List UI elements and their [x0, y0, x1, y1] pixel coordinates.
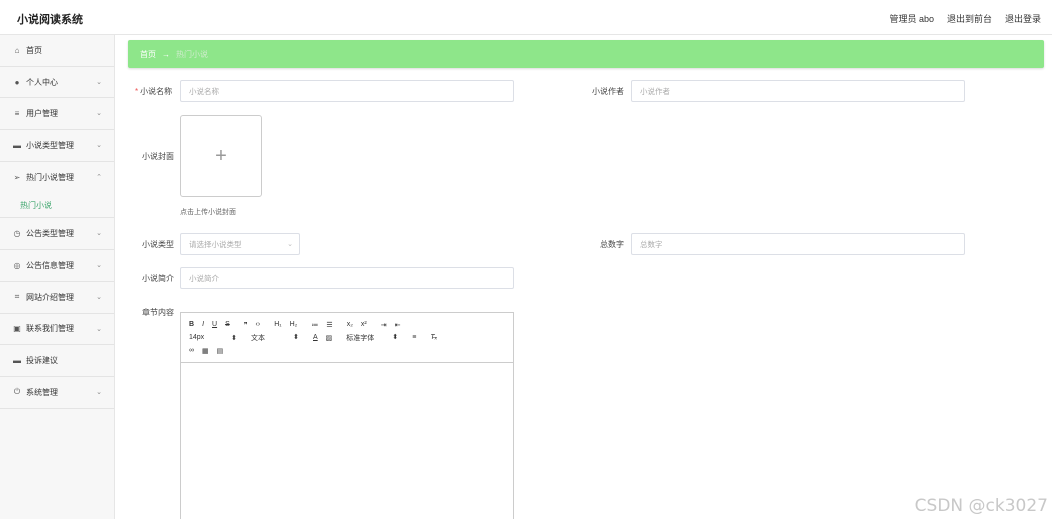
chevron-down-icon: ⌄ [96, 78, 102, 86]
app-title: 小说阅读系统 [17, 14, 83, 26]
indent-icon[interactable]: ⇥ [381, 321, 387, 329]
ordered-list-icon[interactable]: ≔ [311, 321, 318, 329]
sidebar-item-label: 个人中心 [26, 77, 58, 87]
author-label: 小说作者 [592, 87, 624, 96]
sidebar-item-notices[interactable]: ◎ 公告信息管理 ⌄ [0, 250, 114, 282]
top-bar: 小说阅读系统 管理员 abo 退出到前台 退出登录 [0, 0, 1052, 35]
outdent-icon[interactable]: ⇤ [395, 321, 401, 329]
intro-input[interactable]: 小说简介 [180, 267, 514, 289]
top-right-links: 管理员 abo 退出到前台 退出登录 [889, 12, 1041, 25]
sidebar-item-feedback[interactable]: ▬ 投诉建议 [0, 345, 114, 377]
power-icon: ⏻ [13, 387, 21, 397]
monitor-icon: ▬ [13, 356, 21, 366]
align-icon[interactable]: ≡ [412, 334, 416, 341]
plus-icon: + [215, 144, 227, 167]
rich-text-editor[interactable]: B I U S ❞ ‹› H₁ H₂ ≔ ☰ x₂ x² ⇥ ⇤ 14px ⬍ 文… [180, 312, 514, 519]
chevron-down-icon: ⌄ [96, 230, 102, 238]
required-mark: * [135, 87, 139, 96]
breadcrumb-separator: → [162, 49, 170, 59]
sidebar-item-label: 首页 [26, 45, 42, 55]
crop-icon: ⌗ [14, 292, 20, 302]
monitor-icon: ▬ [13, 140, 21, 150]
chevron-up-icon: ⌃ [96, 173, 102, 181]
breadcrumb-current: 热门小说 [176, 49, 208, 59]
sidebar-subitem-hot-novel[interactable]: 热门小说 [0, 193, 114, 219]
sidebar-item-label: 联系我们管理 [26, 324, 74, 334]
home-icon: ⌂ [14, 45, 20, 55]
content-label: 章节内容 [142, 308, 174, 317]
cover-upload-tip: 点击上传小说封面 [180, 209, 236, 216]
sidebar-item-system[interactable]: ⏻ 系统管理 ⌄ [0, 377, 114, 409]
chevron-down-icon: ⌄ [96, 110, 102, 118]
sidebar-item-label: 公告信息管理 [26, 260, 74, 270]
sidebar-item-label: 系统管理 [26, 387, 58, 397]
cover-upload-button[interactable]: + [180, 115, 262, 197]
dashboard-icon: ◎ [13, 260, 21, 270]
editor-toolbar: B I U S ❞ ‹› H₁ H₂ ≔ ☰ x₂ x² ⇥ ⇤ 14px ⬍ 文… [181, 313, 513, 363]
list-icon: ≡ [14, 109, 20, 119]
font-size-select[interactable]: 14px ⬍ [189, 334, 237, 342]
main-content: 首页 → 热门小说 * 小说名称 小说名称 小说作者 小说作者 小说封面 + 点击… [115, 35, 1052, 519]
cover-label: 小说封面 [142, 152, 174, 161]
quote-icon[interactable]: ❞ [244, 321, 248, 329]
sidebar-item-label: 网站介绍管理 [26, 292, 74, 302]
intro-label: 小说简介 [142, 274, 174, 283]
italic-icon[interactable]: I [202, 321, 204, 328]
sidebar-item-profile[interactable]: ● 个人中心 ⌄ [0, 67, 114, 99]
strikethrough-icon[interactable]: S [225, 321, 230, 328]
chevron-down-icon: ⌄ [96, 293, 102, 301]
clock-icon: ◷ [13, 229, 21, 239]
type-select[interactable]: 请选择小说类型 ⌄ [180, 233, 300, 255]
bullet-list-icon[interactable]: ☰ [326, 321, 332, 329]
words-label: 总数字 [600, 240, 624, 249]
subscript-icon[interactable]: x₂ [347, 321, 353, 328]
font-family-select[interactable]: 标准字体 ⬍ [346, 333, 398, 343]
sidebar-item-label: 热门小说管理 [26, 173, 74, 183]
chevron-down-icon: ⌄ [96, 325, 102, 333]
heading1-icon[interactable]: H₁ [274, 321, 281, 328]
code-icon[interactable]: ‹› [256, 321, 261, 328]
sidebar-item-label: 投诉建议 [26, 356, 58, 366]
frontend-link[interactable]: 退出到前台 [947, 12, 992, 25]
sidebar-item-site-intro[interactable]: ⌗ 网站介绍管理 ⌄ [0, 282, 114, 314]
clear-format-icon[interactable]: T̶ₓ [430, 334, 437, 341]
chevron-down-icon: ⌄ [96, 262, 102, 270]
send-icon: ➢ [13, 173, 21, 183]
admin-label: 管理员 abo [889, 14, 934, 24]
sidebar-item-label: 用户管理 [26, 109, 58, 119]
sidebar-item-notice-types[interactable]: ◷ 公告类型管理 ⌄ [0, 218, 114, 251]
font-color-icon[interactable]: A [313, 334, 318, 341]
sidebar-item-novel-types[interactable]: ▬ 小说类型管理 ⌄ [0, 130, 114, 162]
name-input[interactable]: 小说名称 [180, 80, 514, 102]
name-label: * 小说名称 [135, 87, 173, 96]
background-color-icon[interactable]: ▨ [326, 334, 333, 342]
image-icon[interactable]: ▦ [202, 347, 209, 355]
sidebar-item-home[interactable]: ⌂ 首页 [0, 35, 114, 67]
breadcrumb-home[interactable]: 首页 [140, 49, 156, 60]
user-icon: ● [14, 77, 20, 87]
sidebar-item-users[interactable]: ≡ 用户管理 ⌄ [0, 98, 114, 131]
video-icon[interactable]: ▤ [217, 347, 224, 355]
link-icon[interactable]: ∞ [189, 347, 194, 354]
underline-icon[interactable]: U [212, 321, 217, 328]
text-type-select[interactable]: 文本 ⬍ [251, 333, 299, 343]
heading2-icon[interactable]: H₂ [290, 321, 298, 328]
sidebar: ⌂ 首页 ● 个人中心 ⌄ ≡ 用户管理 ⌄ ▬ 小说类型管理 ⌄ ➢ 热门小说… [0, 35, 115, 519]
sidebar-item-label: 公告类型管理 [26, 229, 74, 239]
breadcrumb: 首页 → 热门小说 [128, 40, 1044, 68]
logout-link[interactable]: 退出登录 [1005, 12, 1041, 25]
bold-icon[interactable]: B [189, 321, 194, 328]
clipboard-icon: ▣ [13, 324, 21, 334]
chevron-down-icon: ⌄ [96, 388, 102, 396]
sidebar-item-hot-novels[interactable]: ➢ 热门小说管理 ⌃ [0, 162, 114, 194]
type-label: 小说类型 [142, 240, 174, 249]
sidebar-item-contact[interactable]: ▣ 联系我们管理 ⌄ [0, 314, 114, 346]
chevron-down-icon: ⌄ [96, 142, 102, 150]
chevron-down-icon: ⌄ [287, 241, 293, 248]
words-input[interactable]: 总数字 [631, 233, 965, 255]
sidebar-item-label: 小说类型管理 [26, 140, 74, 150]
author-input[interactable]: 小说作者 [631, 80, 965, 102]
superscript-icon[interactable]: x² [361, 321, 367, 328]
watermark: CSDN @ck3027 [914, 496, 1048, 516]
